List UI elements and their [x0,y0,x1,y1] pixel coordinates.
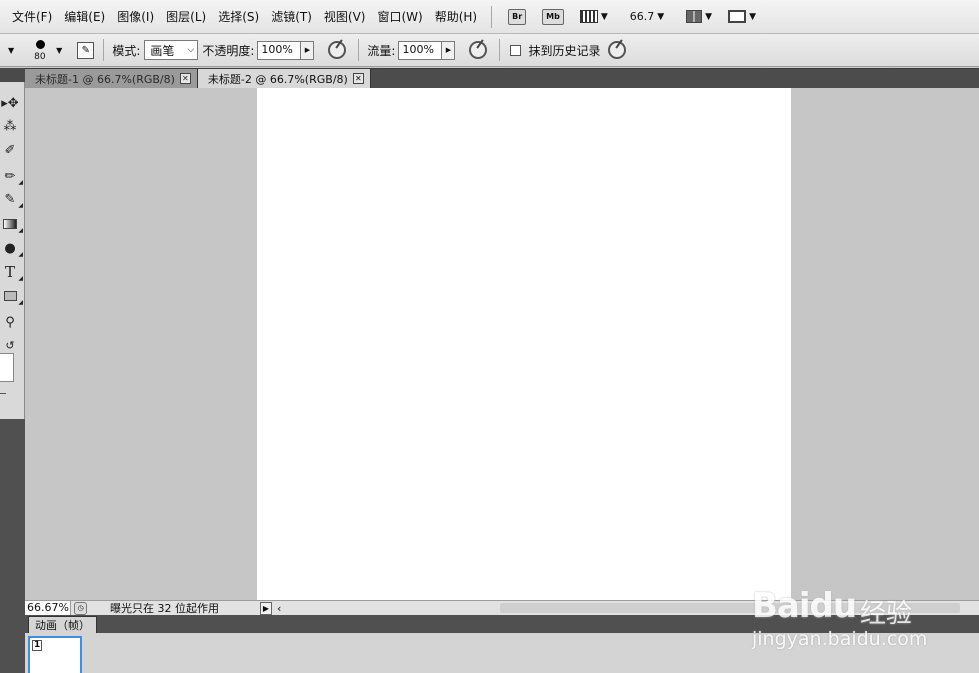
pressure-opacity-icon[interactable] [328,41,347,59]
document-tab-bar: 未标题-1 @ 66.7%(RGB/8) ✕ 未标题-2 @ 66.7%(RGB… [25,68,979,88]
frame-number: 1 [32,640,43,651]
extras-dropdown[interactable]: ▼ [579,10,608,23]
options-separator [103,39,105,61]
opacity-label: 不透明度: [202,43,255,58]
menu-view[interactable]: 视图(V) [318,0,372,34]
mini-bridge-button[interactable]: Mb [542,8,564,25]
status-message: 曝光只在 32 位起作用 [110,602,219,615]
document-canvas[interactable] [257,88,791,600]
rectangle-icon[interactable]: ◢ [0,286,23,306]
menu-bar: 文件(F) 编辑(E) 图像(I) 图层(L) 选择(S) 滤镜(T) 视图(V… [0,0,979,34]
film-icon [579,10,598,23]
type-icon[interactable]: T ◢ [0,262,23,282]
eyedropper-icon[interactable]: ✐ [0,140,20,160]
airbrush-icon[interactable] [469,41,488,59]
menu-select[interactable]: 选择(S) [212,0,265,34]
options-separator [358,39,360,61]
watermark-url: jingyan.baidu.com [752,628,928,650]
tab-animation[interactable]: 动画（帧） [28,616,97,633]
swap-colors-icon[interactable]: ↺ [0,335,20,355]
opacity-slider-toggle[interactable]: ▶ [301,40,315,60]
status-menu-arrow-icon[interactable]: ▶ [260,601,272,615]
chevron-down-icon[interactable]: ▼ [56,46,62,55]
flow-label: 流量: [367,43,396,58]
zoom-dropdown[interactable]: 66.7 ▼ [630,10,664,23]
menu-edit[interactable]: 编辑(E) [58,0,111,34]
options-bar: ▼ 80 ▼ ✎ 模式: 画笔 ⌵ 不透明度: 100% ▶ 流量: 100% … [0,34,979,67]
background-color-swatch[interactable] [0,353,14,382]
status-info-icon[interactable]: ◷ [74,601,87,615]
brush-icon[interactable]: ✏ ◢ [0,166,23,187]
chevron-down-icon: ▼ [749,11,757,22]
chevron-down-icon: ▼ [657,11,665,22]
pressure-size-icon[interactable] [608,41,627,59]
status-zoom-field[interactable]: 66.67% [25,601,71,615]
animation-frame[interactable]: 1 [28,636,82,673]
move-icon[interactable]: ▸✥ [0,93,20,113]
history-brush-icon[interactable]: ✎ ◢ [0,189,23,210]
brush-tip-icon [36,40,46,49]
baidu-watermark: Baidu 经验 jingyan.baidu.com [752,566,952,656]
brush-preset-picker[interactable]: 80 [32,36,52,64]
opacity-input[interactable]: 100% [257,40,302,60]
arrange-icon [686,10,703,23]
brush-panel-toggle-icon[interactable]: ✎ [77,41,95,59]
close-icon[interactable]: ✕ [352,73,364,84]
watermark-brand-cn: 经验 [860,599,913,629]
tab-label: 未标题-1 @ 66.7%(RGB/8) [35,72,175,86]
menu-filter[interactable]: 滤镜(T) [265,0,318,34]
menu-help[interactable]: 帮助(H) [429,0,483,34]
mode-select[interactable]: 画笔 ⌵ [144,40,199,60]
brush-size: 80 [34,52,46,62]
canvas-workspace[interactable] [25,88,979,600]
menu-separator [491,5,493,28]
dodge-icon[interactable]: ● ◢ [0,238,23,259]
gradient-icon[interactable]: ◢ [0,214,23,234]
erase-to-history-label: 抹到历史记录 [528,43,601,58]
menu-file[interactable]: 文件(F) [6,0,58,34]
menu-window[interactable]: 窗口(W) [371,0,428,34]
arrange-documents-dropdown[interactable]: ▼ [686,10,712,23]
tool-preset-caret-icon[interactable]: ▼ [8,46,14,55]
mode-label: 模式: [112,43,141,58]
flow-slider-toggle[interactable]: ▶ [442,40,456,60]
flow-input[interactable]: 100% [398,40,443,60]
tools-panel-header [0,68,25,82]
menu-layer[interactable]: 图层(L) [160,0,212,34]
mode-value: 画笔 [150,43,175,58]
tools-panel-lower [0,419,25,673]
zoom-level: 66.7 [629,10,655,23]
screen-mode-dropdown[interactable]: ▼ [728,10,756,23]
screen-mode-icon [728,10,747,23]
close-icon[interactable]: ✕ [179,73,191,84]
tab-document-2[interactable]: 未标题-2 @ 66.7%(RGB/8) ✕ [197,69,371,88]
options-separator [499,39,501,61]
bridge-button[interactable]: Br [508,8,527,25]
erase-to-history-checkbox[interactable] [510,44,522,56]
quick-mask-icon[interactable] [0,393,6,394]
tab-document-1[interactable]: 未标题-1 @ 66.7%(RGB/8) ✕ [25,69,198,88]
chevron-down-icon: ▼ [600,11,608,22]
watermark-brand: Baidu [752,586,857,626]
scroll-left-icon[interactable]: ‹ [277,602,281,615]
magic-wand-icon[interactable]: ⁂ [0,116,20,136]
menu-image[interactable]: 图像(I) [111,0,160,34]
tools-panel: ▸✥ ⁂ ✐ ✏ ◢ ✎ ◢ ◢ ● ◢ T ◢ ◢ ⚲ ↺ [0,68,25,673]
chevron-down-icon: ▼ [705,11,713,22]
chevron-down-icon: ⌵ [187,45,195,55]
tab-label: 未标题-2 @ 66.7%(RGB/8) [207,72,348,86]
zoom-icon[interactable]: ⚲ [0,312,20,332]
